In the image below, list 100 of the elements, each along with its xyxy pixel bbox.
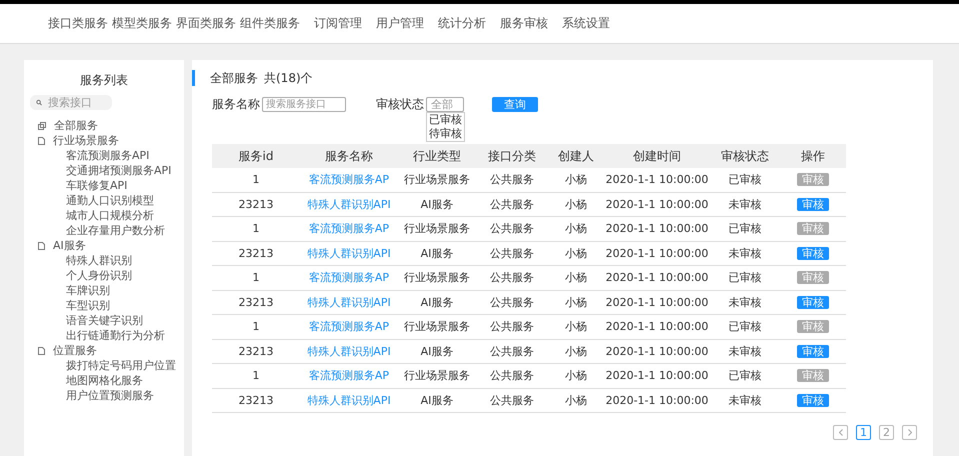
table-cell: 已审核: [710, 168, 780, 192]
table-cell: 2020-1-1 10:00:00: [604, 192, 710, 217]
table-cell: AI服务: [398, 242, 476, 266]
tree-item[interactable]: 用户位置预测服务: [66, 388, 154, 403]
column-header: 接口分类: [476, 144, 548, 168]
table-cell: 小杨: [548, 217, 604, 242]
next-page-button[interactable]: [902, 425, 917, 440]
table-cell: 小杨: [548, 242, 604, 266]
column-header: 服务名称: [300, 144, 398, 168]
tree-item[interactable]: 拨打特定号码用户位置: [66, 358, 176, 373]
table-cell: 公共服务: [476, 217, 548, 242]
table-cell: 小杨: [548, 364, 604, 388]
section-title: 全部服务: [210, 70, 258, 86]
field-label: 服务名称: [212, 96, 260, 112]
table-cell: 未审核: [710, 192, 780, 217]
table-cell: 公共服务: [476, 192, 548, 217]
search-field[interactable]: 搜索接口: [30, 95, 112, 110]
table-cell: 23213: [212, 290, 300, 315]
tree-item[interactable]: 车联修复API: [66, 178, 128, 193]
column-header: 服务id: [212, 144, 300, 168]
tree-item[interactable]: AI服务: [53, 238, 86, 253]
table-cell: 行业场景服务: [398, 364, 476, 388]
table-cell: 23213: [212, 192, 300, 217]
table-cell: 2020-1-1 10:00:00: [604, 388, 710, 413]
table-cell: 小杨: [548, 315, 604, 340]
table-cell: 已审核: [710, 364, 780, 388]
table-cell: 公共服务: [476, 364, 548, 388]
nav-link[interactable]: 模型类服务: [112, 15, 172, 32]
tree-item[interactable]: 全部服务: [54, 118, 98, 133]
table-cell: 公共服务: [476, 168, 548, 192]
table-cell: 小杨: [548, 388, 604, 413]
tree-item[interactable]: 客流预测服务API: [66, 148, 150, 163]
table-cell: 2020-1-1 10:00:00: [604, 290, 710, 315]
table-cell: 1: [212, 266, 300, 290]
dropdown-option[interactable]: 已审核: [427, 112, 464, 126]
chevron-right-icon: [908, 429, 912, 436]
tree-item[interactable]: 行业场景服务: [53, 133, 119, 148]
nav-link[interactable]: 系统设置: [562, 15, 610, 32]
previous-page-button[interactable]: [833, 425, 848, 440]
column-header: 创建人: [548, 144, 604, 168]
nav-link[interactable]: 接口类服务: [48, 15, 108, 32]
table-cell: AI服务: [398, 290, 476, 315]
table-cell: 小杨: [548, 340, 604, 364]
table-cell: 公共服务: [476, 340, 548, 364]
table-cell: 小杨: [548, 192, 604, 217]
table-cell: 已审核: [710, 217, 780, 242]
table-cell: 2020-1-1 10:00:00: [604, 364, 710, 388]
nav-link[interactable]: 订阅管理: [314, 15, 362, 32]
table-cell: 2020-1-1 10:00:00: [604, 266, 710, 290]
table-cell: 已审核: [710, 266, 780, 290]
nav-link[interactable]: 服务审核: [500, 15, 548, 32]
table-cell: 2020-1-1 10:00:00: [604, 315, 710, 340]
table-cell: 1: [212, 168, 300, 192]
tree-item[interactable]: 企业存量用户数分析: [66, 223, 165, 238]
field-label: 审核状态: [376, 96, 424, 112]
sidebar-title: 服务列表: [79, 72, 129, 89]
tree-item[interactable]: 交通拥堵预测服务API: [66, 163, 172, 178]
tree-item[interactable]: 城市人口规模分析: [66, 208, 154, 223]
nav-link[interactable]: 界面类服务: [176, 15, 236, 32]
table-cell: 小杨: [548, 168, 604, 192]
table-cell: 2020-1-1 10:00:00: [604, 168, 710, 192]
column-header: 行业类型: [398, 144, 476, 168]
table-cell: 23213: [212, 388, 300, 413]
table-cell: 23213: [212, 242, 300, 266]
table-cell: AI服务: [398, 340, 476, 364]
document-icon: [38, 242, 45, 250]
column-header: 审核状态: [710, 144, 780, 168]
table-cell: 小杨: [548, 266, 604, 290]
tree-item[interactable]: 语音关键字识别: [66, 313, 143, 328]
table-cell: 2020-1-1 10:00:00: [604, 217, 710, 242]
tree-item[interactable]: 地图网格化服务: [66, 373, 143, 388]
table-cell: 1: [212, 364, 300, 388]
nav-link[interactable]: 组件类服务: [240, 15, 300, 32]
tree-item[interactable]: 出行链通勤行为分析: [66, 328, 165, 343]
search-icon: [36, 99, 42, 106]
tree-item[interactable]: 特殊人群识别: [66, 253, 132, 268]
table-cell: 未审核: [710, 290, 780, 315]
tree-item[interactable]: 通勤人口识别模型: [66, 193, 154, 208]
table-cell: 2020-1-1 10:00:00: [604, 242, 710, 266]
column-header: 操作: [780, 144, 846, 168]
table-cell: 行业场景服务: [398, 168, 476, 192]
tree-item[interactable]: 车牌识别: [66, 283, 110, 298]
document-icon: [38, 346, 45, 354]
tree-item[interactable]: 个人身份识别: [66, 268, 132, 283]
stack-icon: [38, 122, 46, 130]
chevron-left-icon: [838, 429, 842, 436]
table-cell: 公共服务: [476, 388, 548, 413]
table-cell: 已审核: [710, 315, 780, 340]
table-cell: 公共服务: [476, 315, 548, 340]
tree-item[interactable]: 车型识别: [66, 298, 110, 313]
table-cell: 公共服务: [476, 266, 548, 290]
tree-item[interactable]: 位置服务: [53, 343, 97, 358]
dropdown-option[interactable]: 待审核: [427, 126, 464, 140]
service-name-field[interactable]: 搜索服务接口: [262, 96, 346, 112]
table-cell: AI服务: [398, 192, 476, 217]
table-cell: 行业场景服务: [398, 266, 476, 290]
nav-link[interactable]: 用户管理: [376, 15, 424, 32]
table-cell: 2020-1-1 10:00:00: [604, 340, 710, 364]
nav-link[interactable]: 统计分析: [438, 15, 486, 32]
table-cell: 行业场景服务: [398, 217, 476, 242]
